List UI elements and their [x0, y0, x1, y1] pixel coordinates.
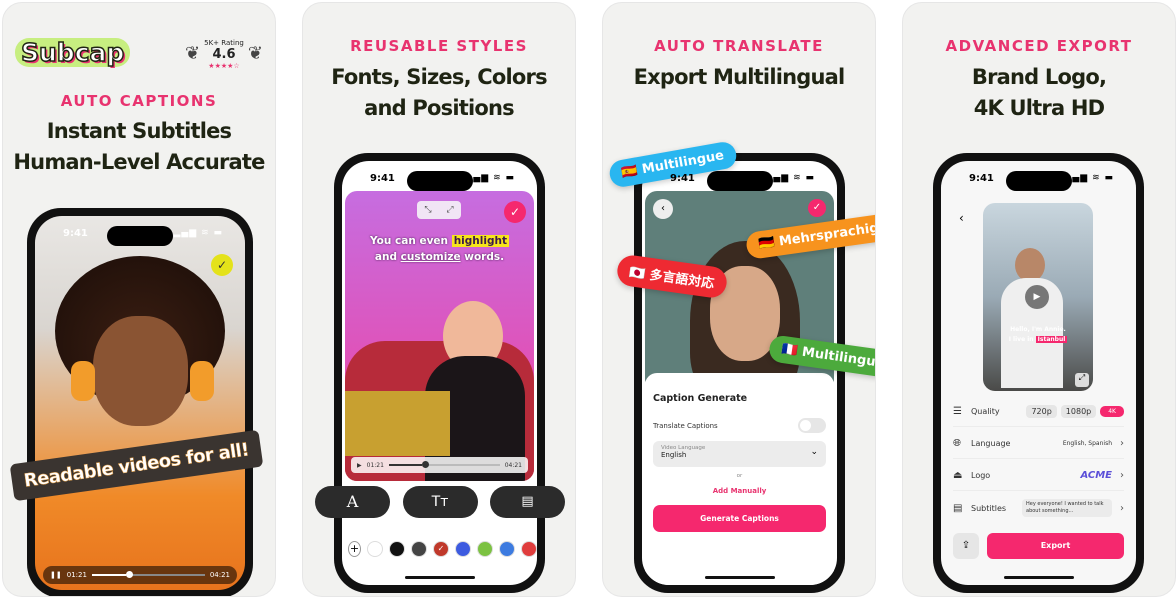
sheet-title: Caption Generate — [653, 393, 748, 404]
screenshot-card-reusable-styles: REUSABLE STYLES Fonts, Sizes, Colors and … — [302, 2, 576, 597]
headline: Fonts, Sizes, Colors and Positions — [331, 65, 547, 120]
headphones — [71, 361, 95, 401]
check-icon[interactable]: ✓ — [504, 201, 526, 223]
current-time: 01:21 — [66, 571, 87, 579]
video-preview: ⤡ ⤢ ✓ You can even highlight and customiz… — [345, 191, 534, 481]
quality-720p[interactable]: 720p — [1026, 405, 1057, 418]
eyebrow: REUSABLE STYLES — [350, 37, 528, 55]
laurel-right-icon: ❦ — [247, 43, 263, 64]
rating-badge: 5K+ Rating 4.6 ★★★★☆ ❦ ❦ — [185, 39, 263, 70]
back-button[interactable]: ‹ — [959, 211, 964, 225]
play-button[interactable]: ▶ — [1025, 285, 1049, 309]
translate-toggle[interactable] — [798, 418, 826, 433]
subcap-logo: Subcap — [15, 37, 131, 68]
status-time: 9:41 — [63, 228, 88, 239]
back-button[interactable]: ‹ — [653, 199, 673, 219]
headline: Brand Logo, 4K Ultra HD — [971, 65, 1107, 120]
color-swatch[interactable] — [367, 541, 383, 557]
text-size-icon[interactable]: Tт — [402, 486, 478, 518]
expand-icon: ⤢ — [446, 205, 454, 215]
export-button[interactable]: Export — [987, 533, 1124, 559]
phone-mockup: 9:41 ▂▄▆ ≋ ▬ ✓ ❚❚ 01:21 04:21 — [27, 208, 253, 596]
collapse-icon: ⤡ — [424, 205, 432, 215]
chevron-down-icon: ⌄ — [810, 447, 818, 457]
language-row[interactable]: 🌐︎ Language English, Spanish › — [953, 429, 1124, 459]
laptop — [345, 391, 450, 456]
total-time: 04:21 — [209, 571, 230, 579]
check-icon[interactable]: ✓ — [211, 254, 233, 276]
translate-label: Translate Captions — [653, 421, 718, 430]
color-swatch[interactable] — [389, 541, 405, 557]
quality-row: ☰ Quality 720p 1080p 4K — [953, 397, 1124, 427]
eyebrow: AUTO TRANSLATE — [654, 37, 824, 55]
color-swatch[interactable] — [455, 541, 471, 557]
eyebrow: ADVANCED EXPORT — [945, 37, 1133, 55]
share-button[interactable]: ⇪ — [953, 533, 979, 559]
player-bar[interactable]: ❚❚ 01:21 04:21 — [43, 566, 237, 584]
caption-preview: You can even highlight and customize wor… — [370, 235, 509, 263]
headline: Export Multilingual — [633, 65, 846, 89]
check-icon[interactable]: ✓ — [808, 199, 826, 217]
video-language-select[interactable]: Video Language English ⌄ — [653, 441, 826, 467]
color-swatch[interactable] — [499, 541, 515, 557]
color-swatch[interactable] — [521, 541, 537, 557]
video-preview: 9:41 ▂▄▆ ≋ ▬ ✓ ❚❚ 01:21 04:21 — [35, 216, 245, 590]
chevron-right-icon: › — [1120, 438, 1124, 449]
caption-generate-sheet: Caption Generate Translate Captions Vide… — [645, 373, 834, 585]
globe-icon: 🌐︎ — [953, 438, 961, 449]
pause-icon[interactable]: ❚❚ — [50, 571, 62, 579]
or-divider: or — [736, 473, 743, 479]
chevron-right-icon: › — [1120, 470, 1124, 481]
logo-row[interactable]: ⏏ Logo ACME › — [953, 461, 1124, 491]
screenshot-card-auto-captions: Subcap 5K+ Rating 4.6 ★★★★☆ ❦ ❦ AUTO CAP… — [2, 2, 276, 597]
fullscreen-icon[interactable]: ⤢ — [1075, 373, 1089, 387]
headline: Instant Subtitles Human-Level Accurate — [13, 119, 265, 174]
player-bar[interactable]: ▶ 01:21 04:21 — [351, 457, 528, 473]
phone-mockup: 9:41 ▂▄▆ ≋ ▬ ‹ ✓ Caption Generate Transla… — [634, 153, 845, 593]
status-time: 9:41 — [370, 173, 395, 184]
quality-1080p[interactable]: 1080p — [1060, 405, 1097, 418]
sliders-icon: ☰ — [953, 406, 962, 417]
status-time: 9:41 — [969, 173, 994, 184]
color-swatch[interactable]: ✓ — [433, 541, 449, 557]
screenshot-card-auto-translate: AUTO TRANSLATE Export Multilingual 9:41 ▂… — [602, 2, 876, 597]
color-swatch[interactable] — [477, 541, 493, 557]
laurel-left-icon: ❦ — [185, 43, 201, 64]
phone-mockup: 9:41 ▂▄▆ ≋ ▬ ⤡ ⤢ ✓ You can even highlight … — [334, 153, 545, 593]
style-toolbar: A Tт ▤ — [315, 486, 565, 518]
subtitles-row[interactable]: ▤ Subtitles Hey everyone! I wanted to talk… — [953, 493, 1124, 523]
swatch-row: + ✓ — [348, 541, 537, 557]
chevron-right-icon: › — [1120, 502, 1124, 514]
document-icon: ▤ — [953, 502, 963, 514]
position-icon[interactable]: ▤ — [490, 486, 565, 518]
quality-4k[interactable]: 4K — [1100, 406, 1124, 417]
play-icon: ▶ — [357, 461, 362, 469]
color-swatch[interactable] — [411, 541, 427, 557]
add-manually-link[interactable]: Add Manually — [653, 487, 826, 495]
person-face — [93, 316, 188, 426]
stamp-icon: ⏏ — [953, 470, 963, 481]
video-preview: ▶ Hello, I'm Annie. I live in Istanbul ⤢ — [983, 203, 1093, 391]
resize-toggle[interactable]: ⤡ ⤢ — [417, 201, 461, 219]
font-icon[interactable]: A — [315, 486, 390, 518]
eyebrow: AUTO CAPTIONS — [60, 92, 218, 110]
screenshot-card-advanced-export: ADVANCED EXPORT Brand Logo, 4K Ultra HD 9… — [902, 2, 1176, 597]
generate-captions-button[interactable]: Generate Captions — [653, 505, 826, 532]
phone-mockup: 9:41 ▂▄▆ ≋ ▬ ‹ ▶ Hello, I'm Annie. I live… — [933, 153, 1144, 593]
add-color-button[interactable]: + — [348, 541, 361, 557]
video-caption: Hello, I'm Annie. — [1010, 326, 1066, 333]
status-time: 9:41 — [670, 173, 695, 184]
